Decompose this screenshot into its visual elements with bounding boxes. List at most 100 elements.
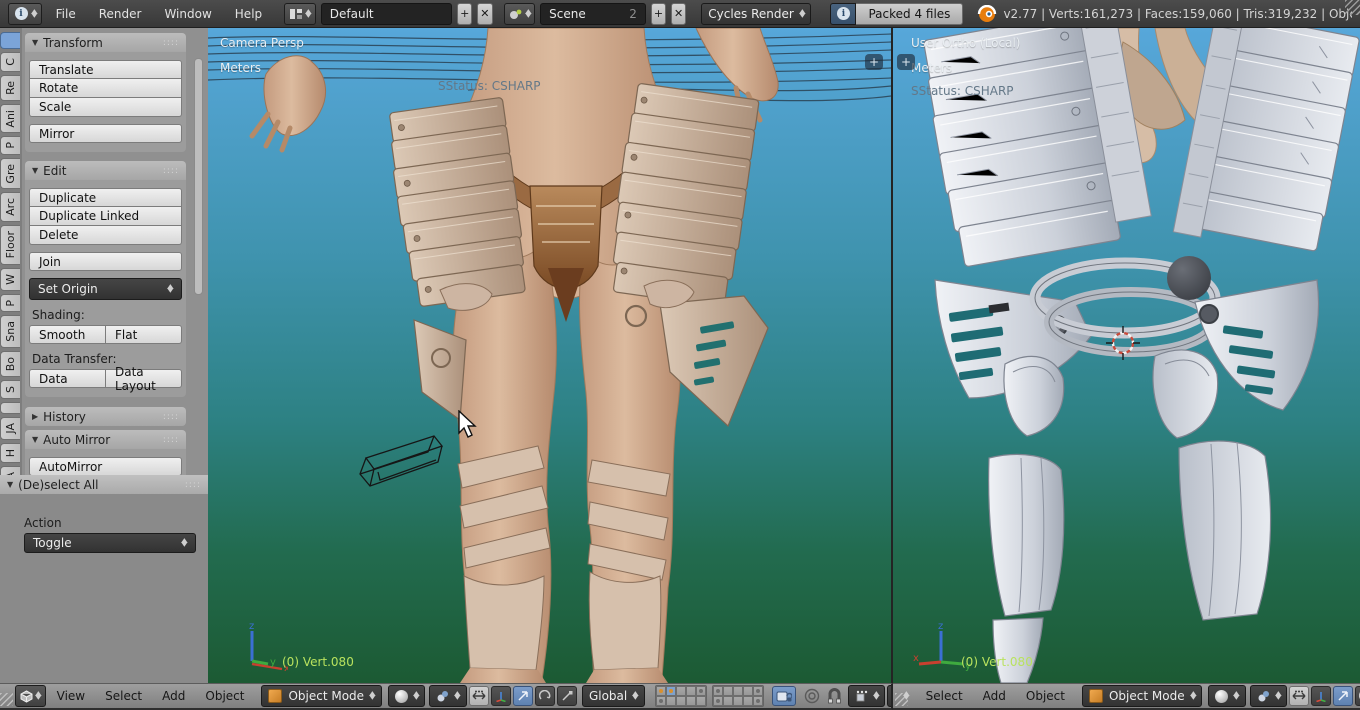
tab-ja[interactable]: JA — [0, 417, 20, 440]
packed-files-button[interactable]: Packed 4 files — [856, 2, 964, 25]
viewport-shading-select[interactable]: ▲ ▼ — [387, 685, 426, 707]
pivot-point-select[interactable]: ▲ ▼ — [429, 685, 467, 707]
menu-object[interactable]: Object — [196, 689, 253, 703]
join-button[interactable]: Join — [29, 252, 182, 271]
translate-manipulator-button[interactable] — [512, 686, 533, 706]
scale-manipulator-button[interactable] — [556, 686, 577, 706]
panel-grip-icon[interactable]: :::: — [163, 412, 179, 422]
mirror-button[interactable]: Mirror — [29, 124, 182, 143]
tab-ani[interactable]: Ani — [0, 103, 20, 134]
layers-grid-1[interactable] — [654, 685, 707, 707]
tab-s[interactable]: S — [0, 380, 20, 400]
editor-type-selector[interactable]: i ▲ ▼ — [8, 2, 42, 25]
pivot-point-select[interactable]: ▲ ▼ — [1249, 685, 1288, 707]
tab-bo[interactable]: Bo — [0, 350, 20, 378]
editor-type-selector[interactable]: ▲ ▼ — [15, 685, 46, 707]
scene-name-field[interactable]: Scene 2 — [540, 2, 646, 25]
add-scene-button[interactable]: + — [650, 2, 667, 25]
panel-grip-icon[interactable]: :::: — [163, 38, 179, 48]
tab-p2[interactable]: P — [0, 293, 20, 313]
shade-smooth-button[interactable]: Smooth — [29, 325, 105, 344]
menu-object[interactable]: Object — [1017, 689, 1074, 703]
menu-select[interactable]: Select — [96, 689, 151, 703]
menu-file[interactable]: File — [47, 7, 85, 21]
panel-header-transform[interactable]: ▼ Transform :::: — [25, 33, 186, 52]
automirror-button[interactable]: AutoMirror — [29, 457, 182, 476]
snap-element-select[interactable]: ▲ ▼ — [847, 685, 886, 707]
tool-shelf: C Re Ani P Gre Arc Floor W P Sna Bo S JA… — [0, 28, 208, 683]
snap-magnet-toggle[interactable] — [827, 688, 842, 704]
tab-blank[interactable] — [0, 402, 20, 415]
menu-add[interactable]: Add — [974, 689, 1015, 703]
scene-users-count[interactable]: 2 — [629, 7, 637, 21]
data-layout-button[interactable]: Data Layout — [105, 365, 182, 393]
manipulator-axis-icon[interactable] — [490, 686, 511, 706]
delete-layout-button[interactable]: ✕ — [477, 2, 493, 25]
panel-grip-icon[interactable]: :::: — [185, 480, 201, 490]
panel-header-history[interactable]: ▶ History :::: — [25, 407, 186, 426]
tab-re[interactable]: Re — [0, 74, 20, 101]
menu-view[interactable]: View — [48, 689, 94, 703]
expand-properties-panel-button[interactable]: + — [865, 54, 883, 70]
manipulator-toggle[interactable] — [1289, 686, 1310, 706]
menu-select[interactable]: Select — [917, 689, 972, 703]
chevron-updown-icon: ▲ ▼ — [798, 7, 806, 19]
menu-view-clipped[interactable]: View — [911, 689, 915, 703]
viewport-left-area: Camera Persp Meters SStatus: CSHARP + z … — [0, 28, 893, 683]
viewport-right-canvas[interactable]: User Ortho (Local) Meters SStatus: CSHAR… — [893, 28, 1360, 683]
panel-header-auto-mirror[interactable]: ▼ Auto Mirror :::: — [25, 430, 186, 449]
mode-select[interactable]: Object Mode ▲ ▼ — [1081, 685, 1203, 707]
translate-button[interactable]: Translate — [29, 60, 182, 79]
viewport-shading-select[interactable]: ▲ ▼ — [1208, 685, 1246, 707]
translate-manipulator-button[interactable] — [1333, 686, 1354, 706]
panel-open-icon: ▼ — [32, 435, 39, 444]
tab-p[interactable]: P — [0, 136, 20, 155]
tab-h[interactable]: H — [0, 442, 20, 463]
tab-c[interactable]: C — [0, 52, 20, 72]
screen-layout-field[interactable]: Default — [320, 2, 453, 25]
area-corner-handle[interactable] — [0, 693, 13, 706]
tab-active[interactable] — [0, 32, 20, 49]
menu-render[interactable]: Render — [90, 7, 151, 21]
editor-selector-clipped[interactable]: ▲ ▼ — [903, 691, 909, 701]
lock-to-scene-toggle[interactable] — [771, 686, 796, 706]
rotate-button[interactable]: Rotate — [29, 79, 182, 98]
expand-properties-panel-button[interactable]: + — [897, 54, 915, 70]
mode-select[interactable]: Object Mode ▲ ▼ — [261, 685, 382, 707]
tab-arc[interactable]: Arc — [0, 192, 20, 223]
panel-grip-icon[interactable]: :::: — [163, 435, 179, 445]
menu-help[interactable]: Help — [226, 7, 271, 21]
scene-icon-button[interactable]: ▲ ▼ — [503, 2, 536, 25]
render-engine-select[interactable]: Cycles Render ▲ ▼ — [701, 2, 812, 25]
layers-grid-2[interactable] — [711, 685, 764, 707]
action-toggle-select[interactable]: Toggle ▲ ▼ — [24, 533, 196, 553]
tab-floor[interactable]: Floor — [0, 225, 20, 265]
panel-grip-icon[interactable]: :::: — [163, 166, 179, 176]
duplicate-linked-button[interactable]: Duplicate Linked — [29, 207, 182, 226]
add-layout-button[interactable]: + — [457, 2, 473, 25]
rotate-manipulator-button[interactable] — [534, 686, 555, 706]
delete-scene-button[interactable]: ✕ — [671, 2, 687, 25]
delete-button[interactable]: Delete — [29, 226, 182, 245]
manipulator-axis-icon[interactable] — [1311, 686, 1332, 706]
tool-shelf-scrollbar[interactable] — [194, 58, 203, 295]
set-origin-select[interactable]: Set Origin ▲ ▼ — [29, 278, 182, 300]
screen-layout-icon-button[interactable]: ▲ ▼ — [284, 2, 316, 25]
data-button[interactable]: Data — [29, 369, 105, 388]
panel-header-deselect-all[interactable]: ▼ (De)select All :::: — [0, 475, 208, 494]
shade-flat-button[interactable]: Flat — [105, 325, 182, 344]
menu-add[interactable]: Add — [153, 689, 194, 703]
transform-orientation-select[interactable]: Global ▲ ▼ — [581, 685, 645, 707]
tab-sna[interactable]: Sna — [0, 315, 20, 348]
tab-w[interactable]: W — [0, 267, 20, 291]
proportional-edit-button[interactable] — [804, 688, 820, 704]
window-corner-handle[interactable] — [1345, 0, 1360, 15]
scale-button[interactable]: Scale — [29, 98, 182, 117]
menu-window[interactable]: Window — [155, 7, 220, 21]
rotate-manipulator-button[interactable] — [1355, 686, 1360, 706]
manipulator-toggle[interactable] — [468, 686, 489, 706]
tab-gre[interactable]: Gre — [0, 157, 20, 190]
panel-header-edit[interactable]: ▼ Edit :::: — [25, 161, 186, 180]
viewport-left-canvas[interactable]: Camera Persp Meters SStatus: CSHARP + z … — [208, 28, 891, 683]
duplicate-button[interactable]: Duplicate — [29, 188, 182, 207]
